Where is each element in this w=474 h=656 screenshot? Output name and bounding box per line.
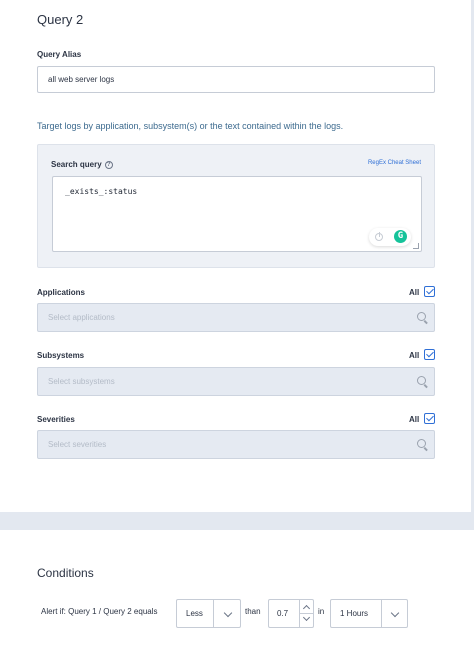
applications-placeholder: Select applications — [48, 313, 115, 322]
severities-placeholder: Select severities — [48, 440, 107, 449]
search-query-input[interactable]: _exists_:status G — [52, 176, 422, 252]
conditions-title: Conditions — [37, 566, 94, 580]
severities-all-label: All — [409, 415, 420, 424]
alias-label: Query Alias — [37, 50, 82, 59]
subsystems-all-label: All — [409, 351, 420, 360]
severities-select[interactable]: Select severities — [37, 430, 435, 459]
threshold-stepper[interactable] — [299, 600, 314, 627]
severities-all-checkbox[interactable] — [424, 413, 435, 424]
search-icon — [417, 312, 426, 321]
subsystems-label: Subsystems — [37, 351, 85, 360]
in-label: in — [318, 607, 325, 616]
threshold-input[interactable]: 0.7 — [268, 599, 314, 628]
section-divider — [0, 512, 471, 530]
applications-select[interactable]: Select applications — [37, 303, 435, 332]
resize-handle-icon[interactable] — [413, 243, 419, 249]
alert-condition-label: Alert if: Query 1 / Query 2 equals — [41, 607, 158, 616]
comparison-value: Less — [186, 609, 203, 618]
subsystems-placeholder: Select subsystems — [48, 377, 115, 386]
conditions-card — [0, 530, 474, 656]
alias-input[interactable]: all web server logs — [37, 66, 435, 93]
applications-label: Applications — [37, 288, 86, 297]
target-description: Target logs by application, subsystem(s)… — [37, 121, 344, 131]
applications-all-checkbox[interactable] — [424, 286, 435, 297]
help-icon[interactable]: ? — [104, 160, 113, 169]
threshold-value: 0.7 — [277, 609, 289, 618]
comparison-divider — [213, 600, 214, 627]
search-query-label-text: Search query — [51, 160, 102, 169]
power-icon[interactable] — [375, 232, 383, 241]
chevron-down-icon[interactable] — [302, 613, 311, 622]
grammarly-widget[interactable]: G — [369, 228, 411, 246]
timeframe-value: 1 Hours — [340, 609, 369, 618]
chevron-down-icon[interactable] — [390, 608, 400, 618]
search-query-panel: Search query? RegEx Cheat Sheet _exists_… — [37, 144, 435, 268]
grammarly-icon[interactable]: G — [394, 230, 407, 243]
subsystems-all-checkbox[interactable] — [424, 349, 435, 360]
severities-label: Severities — [37, 415, 75, 424]
chevron-up-icon[interactable] — [302, 604, 311, 613]
query-title: Query 2 — [37, 12, 84, 27]
timeframe-divider — [381, 600, 382, 627]
search-icon — [417, 376, 426, 385]
search-query-label: Search query? — [51, 160, 113, 169]
regex-cheat-sheet-link[interactable]: RegEx Cheat Sheet — [368, 160, 421, 166]
subsystems-select[interactable]: Select subsystems — [37, 367, 435, 396]
chevron-down-icon[interactable] — [223, 608, 233, 618]
timeframe-select[interactable]: 1 Hours — [330, 599, 408, 628]
applications-all-label: All — [409, 288, 420, 297]
search-query-value: _exists_:status — [65, 187, 138, 196]
comparison-select[interactable]: Less — [176, 599, 241, 628]
than-label: than — [245, 607, 261, 616]
search-icon — [417, 439, 426, 448]
